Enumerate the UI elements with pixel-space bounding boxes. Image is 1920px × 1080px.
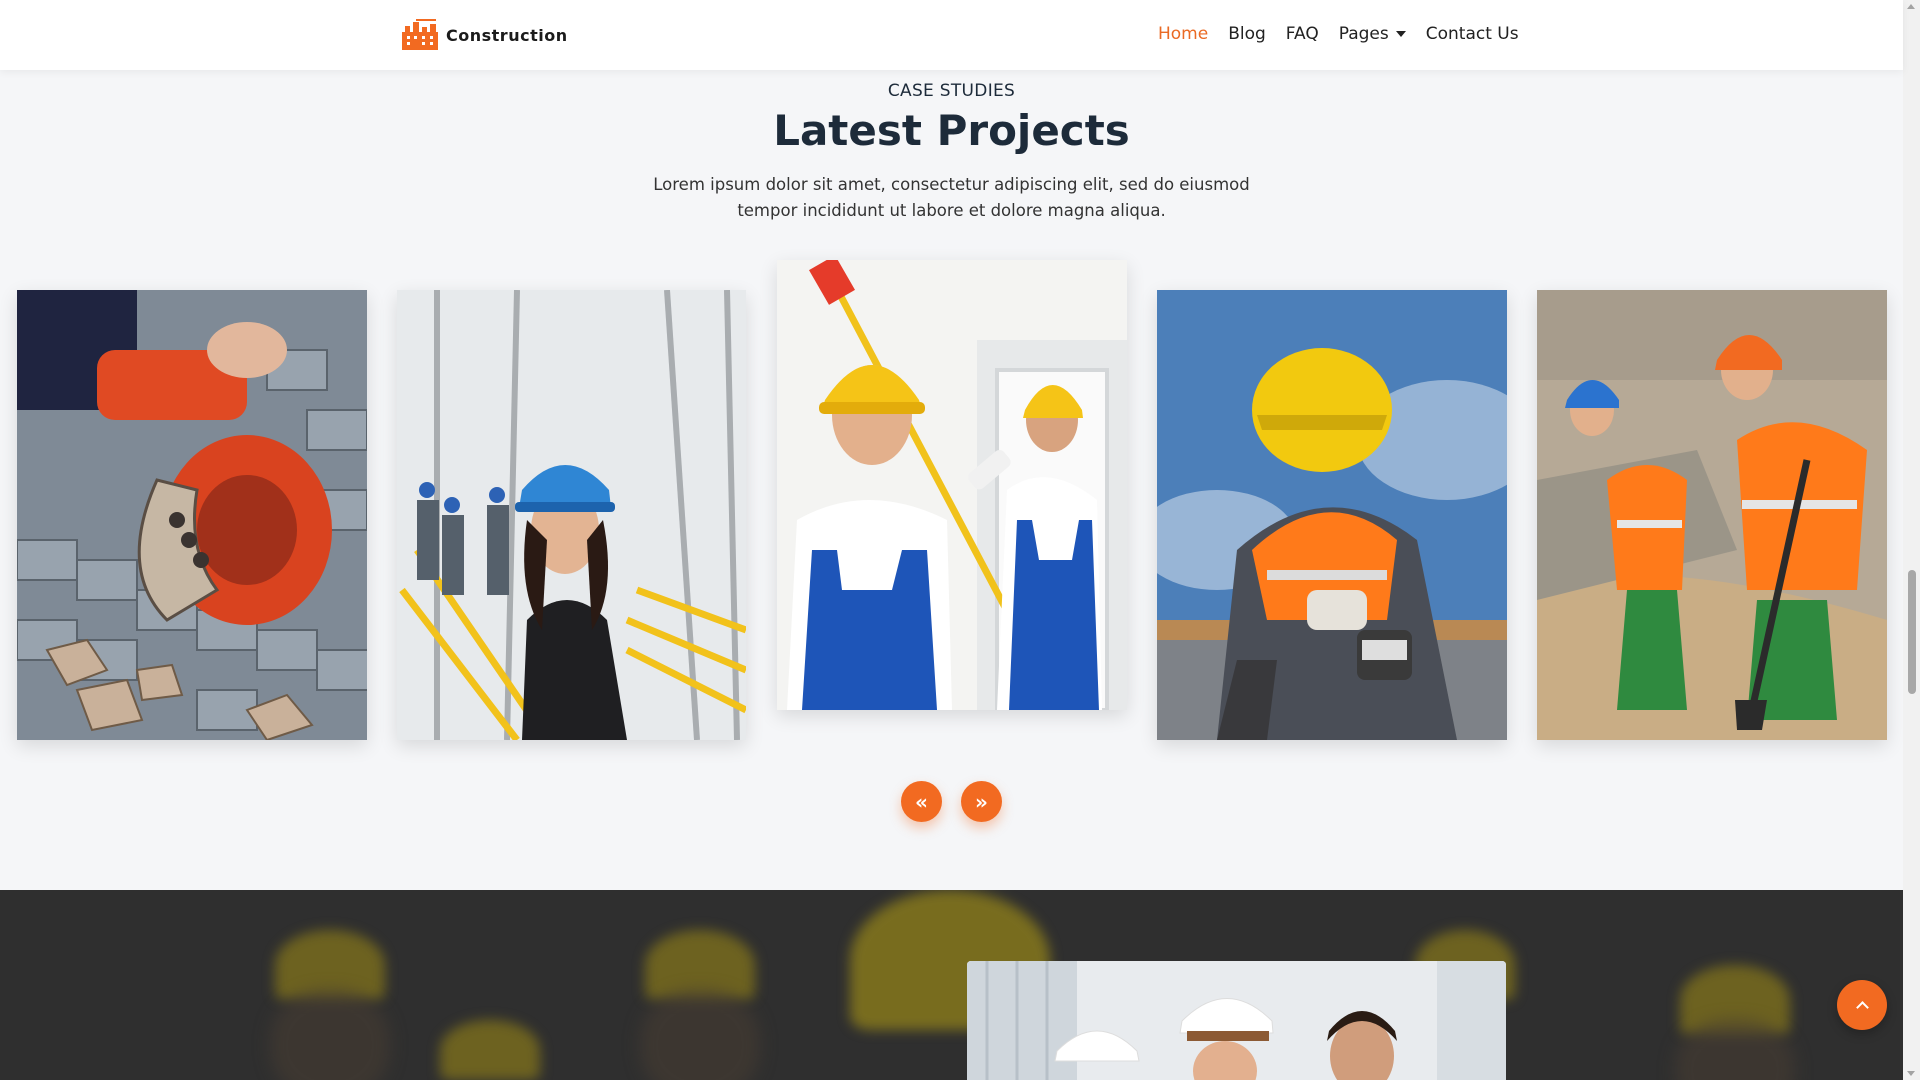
nav-link-blog[interactable]: Blog — [1228, 24, 1266, 44]
scroll-down-arrow-icon[interactable] — [1907, 1071, 1915, 1076]
chevron-up-icon — [1855, 1001, 1869, 1014]
painters-with-roller-photo — [777, 260, 1127, 710]
nav-link-pages-label: Pages — [1338, 24, 1389, 44]
crane-city-logo — [402, 19, 438, 50]
back-to-top-button[interactable] — [1837, 980, 1887, 1030]
section-description: Lorem ipsum dolor sit amet, consectetur … — [653, 175, 1250, 220]
team-photo — [967, 961, 1506, 1080]
page-scrollbar[interactable] — [1903, 0, 1920, 1080]
caret-down-icon — [1395, 31, 1406, 37]
nav-link-contact[interactable]: Contact Us — [1426, 24, 1519, 44]
nav-link-pages[interactable]: Pages — [1339, 24, 1406, 44]
top-navbar: Construction Home Blog FAQ Pages Contact… — [0, 0, 1903, 70]
worker-cutting-paving-stones-photo — [17, 290, 367, 740]
scroll-up-arrow-icon[interactable] — [1907, 4, 1915, 9]
project-slide-5[interactable] — [1537, 290, 1887, 740]
road-workers-digging-photo — [1537, 290, 1887, 740]
double-chevron-left-icon: « — [915, 789, 928, 814]
double-chevron-right-icon: » — [975, 789, 988, 814]
project-slide-2[interactable] — [397, 290, 746, 740]
project-slide-4[interactable] — [1157, 290, 1507, 740]
team-workers-photo — [967, 961, 1506, 1080]
project-slide-3[interactable] — [777, 260, 1127, 710]
nav-link-home[interactable]: Home — [1158, 24, 1208, 44]
carousel-prev-button[interactable]: « — [901, 781, 942, 822]
section-eyebrow: CASE STUDIES — [887, 81, 1016, 101]
scrollbar-thumb[interactable] — [1908, 570, 1916, 694]
worker-angle-grinder-photo — [1157, 290, 1507, 740]
project-slide-1[interactable] — [17, 290, 367, 740]
nav-link-faq[interactable]: FAQ — [1286, 24, 1319, 44]
section-title: Latest Projects — [773, 106, 1130, 155]
brand-name: Construction — [446, 25, 568, 45]
woman-blue-hardhat-photo — [397, 290, 746, 740]
carousel-next-button[interactable]: » — [961, 781, 1002, 822]
brand-link[interactable]: Construction — [400, 18, 568, 52]
main-nav: Home Blog FAQ Pages Contact Us — [1158, 24, 1539, 44]
team-section — [0, 890, 1903, 1080]
